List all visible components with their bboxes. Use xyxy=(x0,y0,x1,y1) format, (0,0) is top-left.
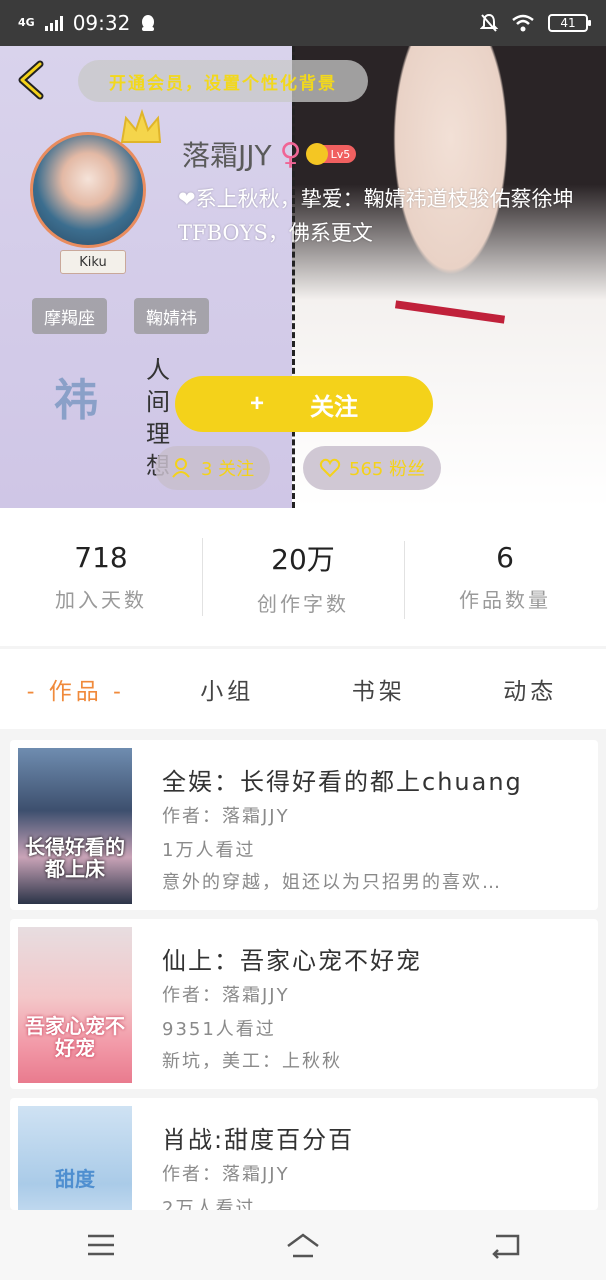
book-description: 新坑，美工：上秋秋 xyxy=(162,1051,342,1072)
book-views: 2万人看过 xyxy=(162,1198,256,1210)
crown-icon xyxy=(120,108,162,143)
menu-icon xyxy=(88,1234,114,1256)
stat-label: 创作字数 xyxy=(257,591,349,616)
book-card[interactable]: 长得好看的都上床 全娱：长得好看的都上chuang 作者：落霜JJY 1万人看过… xyxy=(10,740,598,910)
tab-groups[interactable]: 小组 xyxy=(152,672,304,706)
book-cover: 甜度 xyxy=(18,1106,132,1210)
username: 落霜JJY xyxy=(182,139,272,172)
book-cover: 吾家心宠不好宠 xyxy=(18,927,132,1083)
profile-header: 开通会员，设置个性化背景 Kiku 落霜JJY ♀ Lv5 ❤系上秋秋，挚爱：鞠… xyxy=(0,46,606,508)
tab-works[interactable]: - 作品 - xyxy=(0,672,152,706)
back-nav-button[interactable] xyxy=(475,1220,535,1270)
username-row: 落霜JJY ♀ Lv5 xyxy=(182,134,357,174)
tab-activity[interactable]: 动态 xyxy=(455,672,606,706)
book-title: 仙上：吾家心宠不好宠 xyxy=(162,947,422,975)
person-add-icon xyxy=(172,458,190,478)
avatar[interactable] xyxy=(30,132,146,248)
book-card[interactable]: 甜度 肖战:甜度百分百 作者：落霜JJY 2万人看过 xyxy=(10,1098,598,1210)
stat-works: 6 作品数量 xyxy=(404,541,606,619)
female-icon: ♀ xyxy=(279,136,302,172)
fans-count[interactable]: 565 粉丝 xyxy=(303,446,442,490)
tag-idol[interactable]: 鞠婧祎 xyxy=(134,298,209,334)
stat-value: 6 xyxy=(496,541,514,574)
level-text: Lv5 xyxy=(330,147,351,161)
background-photo xyxy=(292,46,606,508)
level-badge: Lv5 xyxy=(305,143,357,165)
network-indicator: 4G xyxy=(18,16,35,29)
book-card[interactable]: 吾家心宠不好宠 仙上：吾家心宠不好宠 作者：落霜JJY 9351人看过 新坑，美… xyxy=(10,919,598,1089)
book-author: 作者：落霜JJY xyxy=(162,1164,290,1185)
tag-zodiac[interactable]: 摩羯座 xyxy=(32,298,107,334)
book-title: 肖战:甜度百分百 xyxy=(162,1126,355,1154)
signal-icon xyxy=(44,15,63,31)
stats-row: 718 加入天数 20万 创作字数 6 作品数量 xyxy=(0,508,606,646)
system-nav-bar xyxy=(0,1210,606,1280)
follow-button[interactable]: + 关注 xyxy=(175,376,433,432)
cover-title: 吾家心宠不好宠 xyxy=(25,1014,125,1060)
menu-button[interactable] xyxy=(71,1220,131,1270)
following-text: 3 关注 xyxy=(201,459,255,480)
book-description: 意外的穿越，姐还以为只招男的喜欢… xyxy=(162,872,502,893)
bio: ❤系上秋秋，挚爱：鞠婧祎道枝骏佑蔡徐坤TFBOYS，佛系更文 xyxy=(178,187,574,245)
plus-icon: + xyxy=(249,390,264,417)
tab-bookshelf[interactable]: 书架 xyxy=(303,672,455,706)
book-title: 全娱：长得好看的都上chuang xyxy=(162,768,523,796)
stat-value: 718 xyxy=(74,541,128,574)
decorative-character: 祎 xyxy=(54,375,98,426)
fans-text: 565 粉丝 xyxy=(349,459,426,480)
stat-days: 718 加入天数 xyxy=(0,541,202,613)
heart-icon xyxy=(319,458,341,478)
book-author: 作者：落霜JJY xyxy=(162,985,290,1006)
following-count[interactable]: 3 关注 xyxy=(155,446,271,490)
book-views: 9351人看过 xyxy=(162,1019,276,1040)
qq-icon xyxy=(142,15,155,31)
follow-label: 关注 xyxy=(310,393,358,421)
stat-words: 20万 创作字数 xyxy=(202,537,404,617)
clock: 09:32 xyxy=(72,11,131,35)
stat-label: 加入天数 xyxy=(55,588,147,612)
cover-title: 甜度 xyxy=(55,1167,95,1191)
stat-label: 作品数量 xyxy=(459,588,551,612)
book-views: 1万人看过 xyxy=(162,840,256,861)
avatar-caption: Kiku xyxy=(60,250,126,274)
book-cover: 长得好看的都上床 xyxy=(18,748,132,904)
mute-bell-icon xyxy=(480,13,498,32)
status-bar: 4G 09:32 41 xyxy=(0,0,606,46)
back-button[interactable] xyxy=(14,60,48,100)
wifi-icon xyxy=(512,14,534,32)
chevron-left-icon xyxy=(18,60,44,100)
cover-title: 长得好看的都上床 xyxy=(25,835,125,881)
level-gem-icon xyxy=(305,143,328,165)
back-icon xyxy=(492,1234,520,1259)
home-icon xyxy=(287,1233,319,1258)
book-author: 作者：落霜JJY xyxy=(162,806,290,827)
tab-bar: - 作品 - 小组 书架 动态 xyxy=(0,649,606,729)
home-button[interactable] xyxy=(273,1220,333,1270)
vip-background-prompt[interactable]: 开通会员，设置个性化背景 xyxy=(78,60,368,102)
battery-icon: 41 xyxy=(548,14,591,32)
stat-value: 20万 xyxy=(271,542,335,576)
